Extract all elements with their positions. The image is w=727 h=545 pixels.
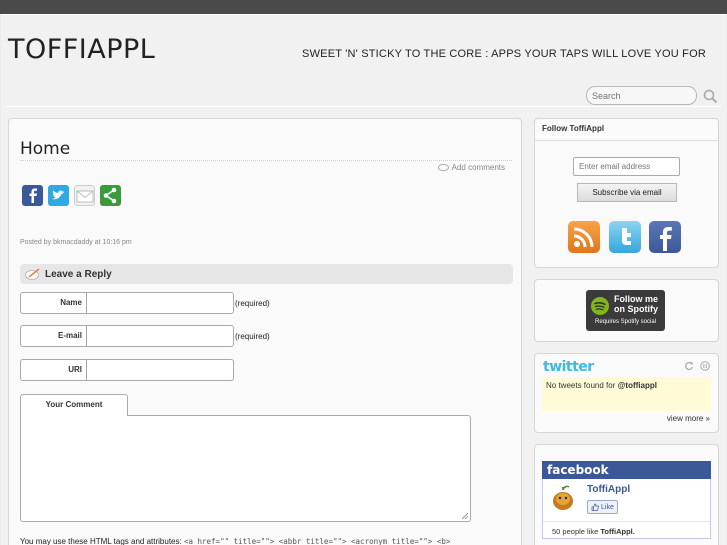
comment-textarea[interactable] bbox=[20, 415, 471, 522]
spotify-line2: on Spotify bbox=[614, 304, 658, 314]
facebook-likes-count: 50 people like ToffiAppl. bbox=[552, 527, 635, 536]
no-tweets-text: No tweets found for bbox=[546, 381, 616, 390]
twitter-logo: twitter bbox=[543, 359, 594, 375]
pencil-icon bbox=[25, 268, 40, 280]
name-label: Name bbox=[20, 292, 86, 314]
name-required-note: (required) bbox=[235, 298, 270, 308]
facebook-widget: facebook ToffiAppl Like 50 people like T… bbox=[534, 444, 719, 545]
name-field-row: Name (required) bbox=[20, 292, 270, 314]
facebook-icon[interactable] bbox=[22, 185, 43, 206]
facebook-divider bbox=[543, 521, 710, 522]
share-icon[interactable] bbox=[100, 185, 121, 206]
uri-label: URI bbox=[20, 359, 86, 381]
follow-widget: Follow ToffiAppl Subscribe via email bbox=[534, 118, 719, 268]
email-label: E-mail bbox=[20, 325, 86, 347]
spotify-line1: Follow me bbox=[614, 294, 659, 304]
email-field-row: E-mail (required) bbox=[20, 325, 270, 347]
twitter-icon[interactable] bbox=[48, 185, 69, 206]
facebook-like-label: Like bbox=[601, 503, 614, 511]
author-link[interactable]: bkmacdaddy bbox=[53, 239, 93, 246]
share-buttons bbox=[22, 185, 121, 206]
allowed-tags-prefix: You may use these HTML tags and attribut… bbox=[20, 537, 182, 545]
site-tagline: SWEET 'N' STICKY TO THE CORE : APPS YOUR… bbox=[302, 48, 706, 60]
facebook-page-box: ToffiAppl Like 50 people like ToffiAppl. bbox=[542, 479, 711, 539]
twitter-widget: twitter No tweets found for @toffiappl v… bbox=[534, 353, 719, 433]
twitter-follow-icon[interactable] bbox=[609, 221, 641, 253]
leave-reply-label: Leave a Reply bbox=[45, 268, 112, 280]
site-title[interactable]: TOFFIAPPL bbox=[8, 34, 155, 65]
add-comments-link[interactable]: Add comments bbox=[437, 163, 505, 172]
allowed-tags-list: <a href="" title=""> <abbr title=""> <ac… bbox=[183, 537, 451, 545]
uri-field[interactable] bbox=[86, 359, 234, 381]
leave-reply-heading: Leave a Reply bbox=[20, 264, 513, 284]
spotify-icon bbox=[591, 297, 609, 315]
allowed-tags-note: You may use these HTML tags and attribut… bbox=[20, 537, 450, 545]
twitter-widget-controls bbox=[684, 361, 710, 371]
spotify-widget: Follow me on Spotify Requires Spotify so… bbox=[534, 279, 719, 342]
rss-icon[interactable] bbox=[568, 221, 600, 253]
twitter-handle-link[interactable]: @toffiappl bbox=[618, 381, 657, 390]
spotify-follow-badge[interactable]: Follow me on Spotify Requires Spotify so… bbox=[586, 290, 665, 331]
subscribe-button[interactable]: Subscribe via email bbox=[577, 183, 677, 202]
posted-by-label: Posted by bbox=[20, 239, 52, 246]
refresh-icon[interactable] bbox=[684, 361, 694, 371]
follow-widget-title: Follow ToffiAppl bbox=[542, 124, 605, 133]
header-divider bbox=[6, 106, 721, 107]
email-icon[interactable] bbox=[74, 185, 95, 206]
follow-widget-divider bbox=[535, 140, 718, 141]
facebook-logo: facebook bbox=[542, 461, 711, 479]
pause-icon[interactable] bbox=[700, 361, 710, 371]
comment-icon bbox=[437, 163, 449, 171]
email-field[interactable] bbox=[86, 325, 234, 347]
subscribe-email-input[interactable] bbox=[573, 157, 680, 176]
resize-grip-icon[interactable] bbox=[462, 513, 468, 519]
thumbs-up-icon bbox=[591, 503, 599, 511]
uri-field-row: URI bbox=[20, 359, 234, 381]
facebook-page-name[interactable]: ToffiAppl bbox=[587, 484, 630, 495]
search-icon[interactable] bbox=[703, 89, 718, 104]
toffiappl-avatar[interactable] bbox=[548, 484, 578, 514]
post-meta: Posted by bkmacdaddy at 10:16 pm bbox=[20, 239, 132, 246]
time-prefix: at bbox=[94, 239, 101, 246]
name-field[interactable] bbox=[86, 292, 234, 314]
email-required-note: (required) bbox=[235, 331, 270, 341]
spotify-line3: Requires Spotify social bbox=[594, 319, 657, 325]
title-divider bbox=[20, 160, 512, 161]
main-content: Home Add comments Posted by bkmacdaddy a… bbox=[8, 118, 522, 545]
search-input[interactable] bbox=[586, 86, 697, 105]
post-time: 10:16 pm bbox=[102, 239, 132, 246]
top-bar bbox=[0, 0, 727, 14]
page-title: Home bbox=[20, 139, 71, 159]
tweets-list: No tweets found for @toffiappl bbox=[542, 377, 711, 411]
facebook-likes-page: ToffiAppl. bbox=[600, 527, 635, 536]
facebook-follow-icon[interactable] bbox=[649, 221, 681, 253]
view-more-link[interactable]: view more » bbox=[667, 414, 710, 423]
your-comment-tab: Your Comment bbox=[20, 394, 128, 416]
facebook-like-button[interactable]: Like bbox=[587, 500, 618, 514]
add-comments-label: Add comments bbox=[451, 163, 505, 172]
facebook-likes-prefix: 50 people like bbox=[552, 527, 599, 536]
